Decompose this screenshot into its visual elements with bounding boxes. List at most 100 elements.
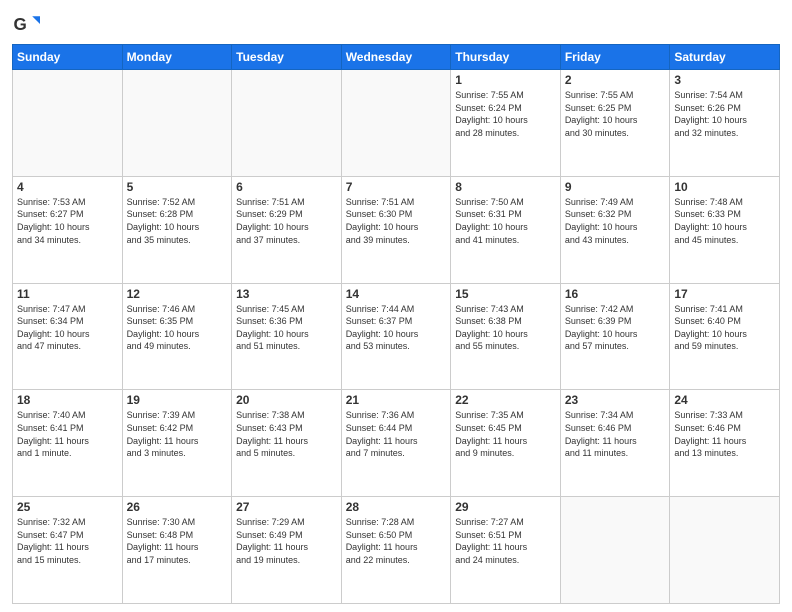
day-cell: 17 Sunrise: 7:41 AM Sunset: 6:40 PM Dayli… — [670, 283, 780, 390]
day-info: Sunrise: 7:47 AM Sunset: 6:34 PM Dayligh… — [17, 303, 118, 353]
day-info: Sunrise: 7:28 AM Sunset: 6:50 PM Dayligh… — [346, 516, 447, 566]
day-cell: 24 Sunrise: 7:33 AM Sunset: 6:46 PM Dayli… — [670, 390, 780, 497]
day-info: Sunrise: 7:27 AM Sunset: 6:51 PM Dayligh… — [455, 516, 556, 566]
day-number: 11 — [17, 287, 118, 301]
day-number: 25 — [17, 500, 118, 514]
day-info: Sunrise: 7:50 AM Sunset: 6:31 PM Dayligh… — [455, 196, 556, 246]
day-cell: 29 Sunrise: 7:27 AM Sunset: 6:51 PM Dayli… — [451, 497, 561, 604]
day-cell — [341, 70, 451, 177]
day-cell: 10 Sunrise: 7:48 AM Sunset: 6:33 PM Dayli… — [670, 176, 780, 283]
day-cell: 16 Sunrise: 7:42 AM Sunset: 6:39 PM Dayli… — [560, 283, 670, 390]
day-number: 24 — [674, 393, 775, 407]
day-cell: 7Sunrise: 7:51 AM Sunset: 6:30 PM Daylig… — [341, 176, 451, 283]
day-number: 28 — [346, 500, 447, 514]
day-cell — [670, 497, 780, 604]
day-cell — [232, 70, 342, 177]
day-info: Sunrise: 7:34 AM Sunset: 6:46 PM Dayligh… — [565, 409, 666, 459]
day-cell: 8 Sunrise: 7:50 AM Sunset: 6:31 PM Daylig… — [451, 176, 561, 283]
day-number: 22 — [455, 393, 556, 407]
day-info: Sunrise: 7:54 AM Sunset: 6:26 PM Dayligh… — [674, 89, 775, 139]
day-info: Sunrise: 7:44 AM Sunset: 6:37 PM Dayligh… — [346, 303, 447, 353]
day-cell: 26 Sunrise: 7:30 AM Sunset: 6:48 PM Dayli… — [122, 497, 232, 604]
weekday-header-saturday: Saturday — [670, 45, 780, 70]
day-info: Sunrise: 7:43 AM Sunset: 6:38 PM Dayligh… — [455, 303, 556, 353]
day-info: Sunrise: 7:46 AM Sunset: 6:35 PM Dayligh… — [127, 303, 228, 353]
day-number: 1 — [455, 73, 556, 87]
day-info: Sunrise: 7:33 AM Sunset: 6:46 PM Dayligh… — [674, 409, 775, 459]
weekday-header-wednesday: Wednesday — [341, 45, 451, 70]
day-number: 5 — [127, 180, 228, 194]
day-cell: 9 Sunrise: 7:49 AM Sunset: 6:32 PM Daylig… — [560, 176, 670, 283]
day-cell: 14Sunrise: 7:44 AM Sunset: 6:37 PM Dayli… — [341, 283, 451, 390]
day-info: Sunrise: 7:42 AM Sunset: 6:39 PM Dayligh… — [565, 303, 666, 353]
day-cell: 3 Sunrise: 7:54 AM Sunset: 6:26 PM Daylig… — [670, 70, 780, 177]
day-cell: 22Sunrise: 7:35 AM Sunset: 6:45 PM Dayli… — [451, 390, 561, 497]
day-number: 18 — [17, 393, 118, 407]
day-cell: 20 Sunrise: 7:38 AM Sunset: 6:43 PM Dayli… — [232, 390, 342, 497]
week-row-4: 18 Sunrise: 7:40 AM Sunset: 6:41 PM Dayli… — [13, 390, 780, 497]
day-number: 10 — [674, 180, 775, 194]
day-info: Sunrise: 7:48 AM Sunset: 6:33 PM Dayligh… — [674, 196, 775, 246]
weekday-header-monday: Monday — [122, 45, 232, 70]
page: G SundayMondayTuesdayWednesdayThursdayFr… — [0, 0, 792, 612]
day-info: Sunrise: 7:32 AM Sunset: 6:47 PM Dayligh… — [17, 516, 118, 566]
day-info: Sunrise: 7:51 AM Sunset: 6:29 PM Dayligh… — [236, 196, 337, 246]
day-info: Sunrise: 7:36 AM Sunset: 6:44 PM Dayligh… — [346, 409, 447, 459]
day-info: Sunrise: 7:40 AM Sunset: 6:41 PM Dayligh… — [17, 409, 118, 459]
day-number: 9 — [565, 180, 666, 194]
weekday-header-row: SundayMondayTuesdayWednesdayThursdayFrid… — [13, 45, 780, 70]
week-row-5: 25 Sunrise: 7:32 AM Sunset: 6:47 PM Dayli… — [13, 497, 780, 604]
day-cell — [560, 497, 670, 604]
day-number: 15 — [455, 287, 556, 301]
day-number: 29 — [455, 500, 556, 514]
day-info: Sunrise: 7:55 AM Sunset: 6:25 PM Dayligh… — [565, 89, 666, 139]
day-cell: 19 Sunrise: 7:39 AM Sunset: 6:42 PM Dayli… — [122, 390, 232, 497]
day-cell: 23 Sunrise: 7:34 AM Sunset: 6:46 PM Dayli… — [560, 390, 670, 497]
svg-text:G: G — [14, 15, 27, 34]
day-cell: 13Sunrise: 7:45 AM Sunset: 6:36 PM Dayli… — [232, 283, 342, 390]
day-info: Sunrise: 7:38 AM Sunset: 6:43 PM Dayligh… — [236, 409, 337, 459]
day-info: Sunrise: 7:52 AM Sunset: 6:28 PM Dayligh… — [127, 196, 228, 246]
day-number: 21 — [346, 393, 447, 407]
day-number: 12 — [127, 287, 228, 301]
day-number: 16 — [565, 287, 666, 301]
day-info: Sunrise: 7:41 AM Sunset: 6:40 PM Dayligh… — [674, 303, 775, 353]
day-number: 3 — [674, 73, 775, 87]
day-cell: 1Sunrise: 7:55 AM Sunset: 6:24 PM Daylig… — [451, 70, 561, 177]
day-cell: 2 Sunrise: 7:55 AM Sunset: 6:25 PM Daylig… — [560, 70, 670, 177]
day-cell: 18 Sunrise: 7:40 AM Sunset: 6:41 PM Dayli… — [13, 390, 123, 497]
weekday-header-friday: Friday — [560, 45, 670, 70]
logo: G — [12, 10, 44, 38]
top-section: G — [12, 10, 780, 38]
day-cell: 27Sunrise: 7:29 AM Sunset: 6:49 PM Dayli… — [232, 497, 342, 604]
day-cell: 11 Sunrise: 7:47 AM Sunset: 6:34 PM Dayli… — [13, 283, 123, 390]
logo-icon: G — [12, 10, 40, 38]
day-info: Sunrise: 7:49 AM Sunset: 6:32 PM Dayligh… — [565, 196, 666, 246]
day-number: 23 — [565, 393, 666, 407]
day-cell: 5 Sunrise: 7:52 AM Sunset: 6:28 PM Daylig… — [122, 176, 232, 283]
day-info: Sunrise: 7:30 AM Sunset: 6:48 PM Dayligh… — [127, 516, 228, 566]
day-info: Sunrise: 7:53 AM Sunset: 6:27 PM Dayligh… — [17, 196, 118, 246]
day-number: 2 — [565, 73, 666, 87]
day-info: Sunrise: 7:29 AM Sunset: 6:49 PM Dayligh… — [236, 516, 337, 566]
day-cell: 4Sunrise: 7:53 AM Sunset: 6:27 PM Daylig… — [13, 176, 123, 283]
calendar: SundayMondayTuesdayWednesdayThursdayFrid… — [12, 44, 780, 604]
day-number: 8 — [455, 180, 556, 194]
day-number: 6 — [236, 180, 337, 194]
day-number: 20 — [236, 393, 337, 407]
week-row-2: 4Sunrise: 7:53 AM Sunset: 6:27 PM Daylig… — [13, 176, 780, 283]
day-number: 7 — [346, 180, 447, 194]
day-cell: 6 Sunrise: 7:51 AM Sunset: 6:29 PM Daylig… — [232, 176, 342, 283]
day-number: 17 — [674, 287, 775, 301]
weekday-header-tuesday: Tuesday — [232, 45, 342, 70]
weekday-header-thursday: Thursday — [451, 45, 561, 70]
day-number: 26 — [127, 500, 228, 514]
day-cell — [122, 70, 232, 177]
day-cell: 25 Sunrise: 7:32 AM Sunset: 6:47 PM Dayli… — [13, 497, 123, 604]
weekday-header-sunday: Sunday — [13, 45, 123, 70]
day-info: Sunrise: 7:39 AM Sunset: 6:42 PM Dayligh… — [127, 409, 228, 459]
week-row-3: 11 Sunrise: 7:47 AM Sunset: 6:34 PM Dayli… — [13, 283, 780, 390]
day-cell: 12 Sunrise: 7:46 AM Sunset: 6:35 PM Dayli… — [122, 283, 232, 390]
day-number: 19 — [127, 393, 228, 407]
day-cell: 15 Sunrise: 7:43 AM Sunset: 6:38 PM Dayli… — [451, 283, 561, 390]
